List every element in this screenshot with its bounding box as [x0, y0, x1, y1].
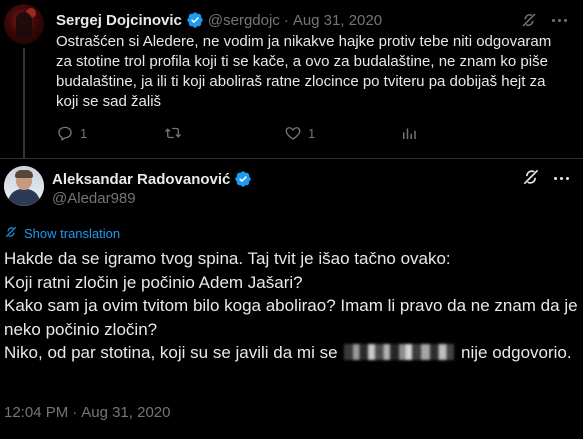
timestamp-separator: · — [72, 404, 78, 421]
tweet-text: Hakde da se igramo tvog spina. Taj tvit … — [4, 247, 579, 365]
author-name[interactable]: Aleksandar Radovanović — [52, 171, 230, 188]
tweet-header: Sergej Dojcinovic @sergdojc · Aug 31, 20… — [56, 10, 543, 30]
thread-connector-line — [23, 48, 25, 158]
show-translation-link[interactable]: Show translation — [4, 225, 120, 242]
retweet-icon — [163, 124, 183, 142]
avatar-hair — [15, 170, 33, 178]
tweet-text: Ostrašćen si Aledere, ne vodim ja nikakv… — [56, 33, 552, 110]
more-options-icon[interactable] — [548, 14, 570, 26]
views-button[interactable] — [400, 122, 424, 144]
reply-tweet[interactable]: Sergej Dojcinovic @sergdojc · Aug 31, 20… — [0, 0, 583, 158]
avatar-figure — [8, 189, 40, 206]
tweet-line: Niko, od par stotina, koji su se javili … — [4, 341, 579, 365]
tweet-time: 12:04 PM — [4, 404, 69, 421]
tweet-thread-view: Sergej Dojcinovic @sergdojc · Aug 31, 20… — [0, 0, 583, 439]
tweet-line: Koji ratni zločin je počinio Adem Jašari… — [4, 272, 303, 292]
header-separator: · — [283, 11, 289, 29]
more-options-icon[interactable] — [550, 172, 572, 184]
tweet-timestamp[interactable]: 12:04 PM · Aug 31, 2020 — [4, 404, 170, 421]
tweet-date: Aug 31, 2020 — [81, 404, 171, 421]
avatar[interactable] — [4, 4, 44, 44]
show-translation-label: Show translation — [24, 226, 121, 241]
redacted-text — [344, 344, 455, 361]
tweet-date[interactable]: Aug 31, 2020 — [293, 12, 382, 29]
like-icon — [284, 124, 302, 142]
views-icon — [400, 124, 418, 142]
retweet-button[interactable] — [163, 122, 189, 144]
reply-count: 1 — [80, 125, 88, 141]
avatar[interactable] — [4, 166, 44, 206]
avatar-figure — [16, 12, 32, 38]
tweet-line-start: Niko, od par stotina, koji su se javili … — [4, 343, 338, 363]
author-handle[interactable]: @Aledar989 — [52, 190, 136, 207]
like-button[interactable]: 1 — [284, 122, 315, 144]
grok-icon[interactable] — [518, 9, 540, 31]
tweet-line-end: nije odgovorio. — [461, 343, 572, 363]
tweet-header: Aleksandar Radovanović — [52, 170, 252, 188]
verified-badge-icon — [234, 170, 252, 188]
divider — [0, 158, 583, 159]
reply-icon — [56, 124, 74, 142]
tweet-line: Kako sam ja ovim tvitom bilo koga abolir… — [4, 296, 578, 339]
grok-icon[interactable] — [520, 166, 542, 188]
tweet-actions: 1 1 — [56, 122, 576, 144]
verified-badge-icon — [186, 11, 204, 29]
like-count: 1 — [308, 125, 316, 141]
tweet-line: Hakde da se igramo tvog spina. Taj tvit … — [4, 249, 451, 268]
reply-button[interactable]: 1 — [56, 122, 87, 144]
author-name[interactable]: Sergej Dojcinovic — [56, 12, 182, 29]
translate-icon — [4, 225, 18, 242]
author-handle[interactable]: @sergdojc — [208, 12, 280, 29]
